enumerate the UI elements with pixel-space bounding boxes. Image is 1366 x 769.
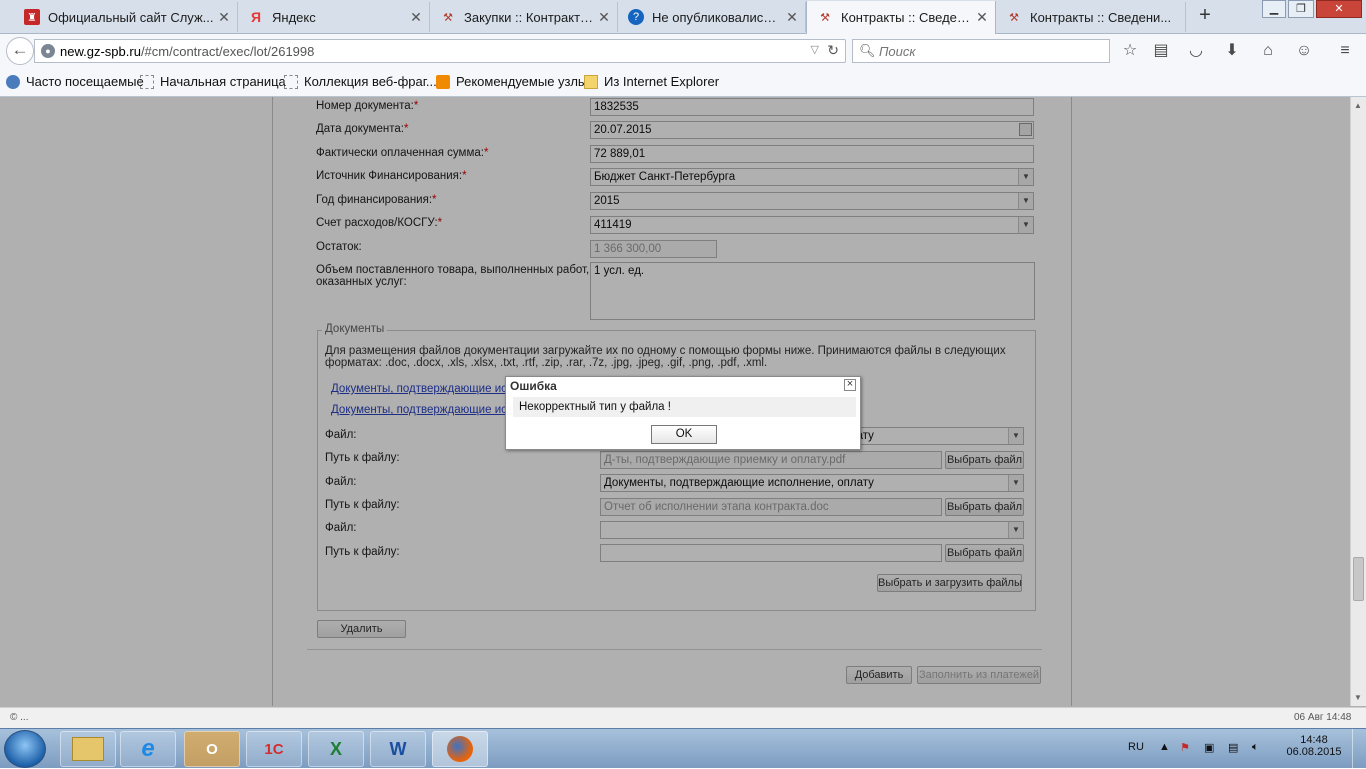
volume-icon[interactable]: 🔈︎ bbox=[1252, 741, 1259, 754]
home-icon[interactable]: ⌂ bbox=[1258, 42, 1278, 60]
tab-title: Закупки :: Контракты ... bbox=[464, 9, 595, 25]
clock-date: 06.08.2015 bbox=[1286, 746, 1342, 758]
bookmark-most-visited[interactable]: Часто посещаемые bbox=[6, 74, 144, 89]
show-desktop-button[interactable] bbox=[1352, 729, 1366, 769]
language-indicator[interactable]: RU bbox=[1128, 741, 1144, 753]
bookmark-label: Часто посещаемые bbox=[26, 74, 144, 89]
windows-taskbar: e O 1С X W RU ▲ ⚑ ▣ ▤ 🔈︎ 14:48 06.08.201… bbox=[0, 728, 1366, 769]
hello-icon[interactable]: ☺ bbox=[1294, 42, 1314, 60]
scroll-down-icon[interactable]: ▼ bbox=[1354, 693, 1362, 702]
excel-icon[interactable]: X bbox=[308, 731, 364, 767]
history-dropdown-icon[interactable]: ▽ bbox=[811, 43, 819, 56]
url-text: new.gz-spb.ru/#cm/contract/exec/lot/2619… bbox=[60, 44, 315, 59]
tab-gz-official[interactable]: ♜ Официальный сайт Служ... ✕ bbox=[14, 2, 238, 32]
hammer-icon: ⚒ bbox=[443, 11, 453, 24]
tab-title: Контракты :: Сведени... bbox=[841, 10, 973, 25]
bookmark-from-ie[interactable]: Из Internet Explorer bbox=[584, 74, 719, 89]
url-bar[interactable]: ● new.gz-spb.ru/#cm/contract/exec/lot/26… bbox=[34, 39, 846, 63]
close-icon[interactable]: ✕ bbox=[973, 9, 991, 26]
navigation-bar: ● new.gz-spb.ru/#cm/contract/exec/lot/26… bbox=[0, 34, 1366, 68]
dialog-message: Некорректный тип у файла ! bbox=[513, 397, 856, 417]
close-icon[interactable]: ✕ bbox=[407, 9, 425, 26]
bookmark-label: Из Internet Explorer bbox=[604, 74, 720, 89]
show-hidden-icons-icon[interactable]: ▲ bbox=[1159, 741, 1170, 753]
status-bar: © ... 06 Авг 14:48 bbox=[0, 707, 1366, 728]
bookmark-star-icon[interactable]: ☆ bbox=[1120, 42, 1140, 60]
tab-title: Яндекс bbox=[272, 9, 316, 25]
flag-icon[interactable]: ⚑ bbox=[1180, 741, 1190, 754]
tab-title: Контракты :: Сведени... bbox=[1030, 9, 1172, 25]
word-icon[interactable]: W bbox=[370, 731, 426, 767]
bookmark-label: Начальная страница bbox=[160, 74, 286, 89]
explorer-icon[interactable] bbox=[60, 731, 116, 767]
bookmark-label: Коллекция веб-фраг... bbox=[304, 74, 437, 89]
folder-icon bbox=[584, 74, 598, 89]
yandex-icon: Я bbox=[250, 9, 262, 25]
search-bar[interactable]: 🔍︎ bbox=[852, 39, 1110, 63]
bookmarks-toolbar: Часто посещаемые Начальная страница Колл… bbox=[0, 68, 1366, 97]
new-tab-button[interactable]: + bbox=[1192, 4, 1218, 28]
ok-button[interactable]: OK bbox=[651, 425, 717, 444]
globe-icon bbox=[6, 74, 20, 89]
bulb-icon bbox=[436, 74, 450, 89]
network-icon[interactable]: ▤ bbox=[1228, 741, 1238, 754]
globe-icon: ● bbox=[41, 44, 55, 58]
close-icon[interactable]: × bbox=[844, 379, 856, 391]
tab-zakupki[interactable]: ⚒ Закупки :: Контракты ... ✕ bbox=[430, 2, 618, 32]
bookmarks-list-icon[interactable]: ▤ bbox=[1151, 42, 1171, 60]
tab-contracts[interactable]: ⚒ Контракты :: Сведени... bbox=[996, 2, 1186, 32]
downloads-icon[interactable]: ⬇ bbox=[1222, 42, 1242, 60]
back-button[interactable]: ← bbox=[6, 37, 34, 65]
bookmark-label: Рекомендуемые узлы bbox=[456, 74, 588, 89]
scroll-thumb[interactable] bbox=[1353, 557, 1364, 601]
coat-of-arms-icon: ♜ bbox=[24, 9, 40, 25]
status-right-text: 06 Авг 14:48 bbox=[1294, 712, 1352, 723]
tab-title: Не опубликовались ф... bbox=[652, 9, 783, 25]
outlook-icon[interactable]: O bbox=[184, 731, 240, 767]
bookmark-suggested-sites[interactable]: Рекомендуемые узлы bbox=[436, 74, 587, 89]
close-icon[interactable]: ✕ bbox=[595, 9, 613, 26]
hammer-icon: ⚒ bbox=[820, 12, 830, 24]
menu-icon[interactable]: ≡ bbox=[1335, 42, 1355, 60]
page-scrollbar[interactable]: ▲ ▼ bbox=[1350, 97, 1366, 706]
start-button[interactable] bbox=[4, 730, 46, 768]
maximize-button[interactable]: ❐ bbox=[1288, 0, 1314, 18]
hammer-icon: ⚒ bbox=[1009, 11, 1019, 24]
page-icon bbox=[284, 74, 298, 89]
search-icon: 🔍︎ bbox=[859, 43, 876, 58]
device-icon[interactable]: ▣ bbox=[1204, 741, 1214, 754]
pocket-icon[interactable]: ◡ bbox=[1186, 42, 1206, 60]
minimize-button[interactable]: ▁ bbox=[1262, 0, 1286, 18]
bookmark-web-slices[interactable]: Коллекция веб-фраг... bbox=[284, 74, 437, 89]
firefox-icon[interactable] bbox=[432, 731, 488, 767]
tab-contracts-active[interactable]: ⚒ Контракты :: Сведени... ✕ bbox=[806, 1, 996, 34]
reload-icon[interactable]: ↻ bbox=[827, 42, 839, 59]
close-window-button[interactable]: ✕ bbox=[1316, 0, 1362, 18]
tab-title: Официальный сайт Служ... bbox=[48, 9, 214, 25]
internet-explorer-icon[interactable]: e bbox=[120, 731, 176, 767]
tab-not-published[interactable]: ? Не опубликовались ф... ✕ bbox=[618, 2, 806, 32]
search-input[interactable] bbox=[877, 43, 1101, 60]
1c-icon[interactable]: 1С bbox=[246, 731, 302, 767]
close-icon[interactable]: ✕ bbox=[783, 9, 801, 26]
tab-strip: ♜ Официальный сайт Служ... ✕ Я Яндекс ✕ … bbox=[0, 0, 1366, 34]
bookmark-start-page[interactable]: Начальная страница bbox=[140, 74, 286, 89]
error-dialog: Ошибка × Некорректный тип у файла ! OK bbox=[505, 376, 861, 450]
scroll-up-icon[interactable]: ▲ bbox=[1354, 101, 1362, 110]
page-icon bbox=[140, 74, 154, 89]
clock[interactable]: 14:48 06.08.2015 bbox=[1284, 734, 1344, 758]
help-icon: ? bbox=[628, 9, 644, 25]
clock-time: 14:48 bbox=[1300, 734, 1328, 746]
status-left-text: © ... bbox=[10, 712, 29, 723]
dialog-title: Ошибка bbox=[510, 379, 557, 393]
tab-yandex[interactable]: Я Яндекс ✕ bbox=[238, 2, 430, 32]
close-icon[interactable]: ✕ bbox=[215, 9, 233, 26]
